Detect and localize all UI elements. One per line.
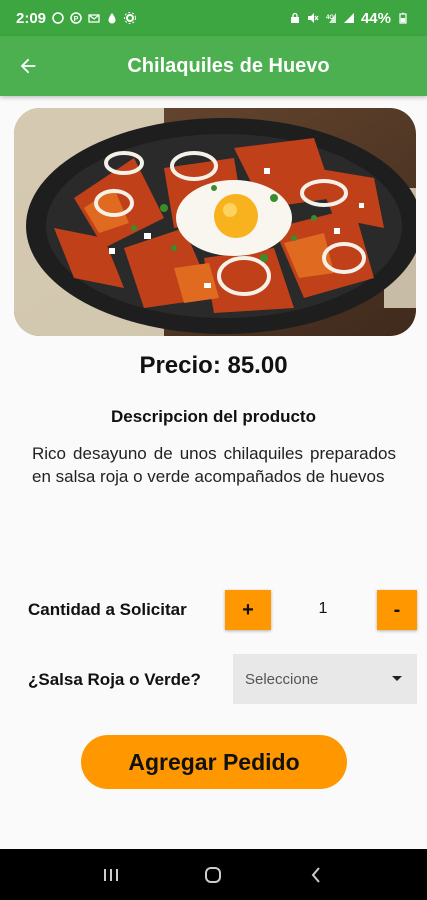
home-icon — [205, 866, 222, 883]
settings-icon — [124, 12, 137, 24]
salsa-label: ¿Salsa Roja o Verde? — [28, 670, 201, 689]
mute-icon — [307, 13, 319, 23]
battery-percent: 44% — [360, 9, 391, 27]
description-title: Descripcion del producto — [111, 407, 316, 426]
quantity-label: Cantidad a Solicitar — [28, 600, 187, 619]
recent-apps-button[interactable] — [91, 855, 131, 895]
salsa-dropdown[interactable]: Seleccione — [233, 654, 417, 704]
dropdown-arrow-icon — [392, 676, 402, 681]
back-button[interactable] — [0, 36, 56, 96]
add-order-button[interactable]: Agregar Pedido — [81, 735, 347, 789]
increment-button[interactable]: + — [225, 590, 271, 630]
4g-signal-icon: 4G — [326, 13, 336, 23]
arrow-left-icon — [20, 58, 36, 74]
product-description: Rico desayuno de unos chilaquiles prepar… — [32, 444, 396, 486]
back-icon — [311, 866, 320, 883]
water-drop-icon — [108, 13, 116, 24]
chilaquiles-photo — [14, 108, 416, 336]
product-price: Precio: 85.00 — [139, 352, 288, 379]
status-bar: 2:09 P 4G 44% — [0, 0, 427, 36]
status-time: 2:09 — [16, 9, 47, 27]
svg-text:P: P — [74, 16, 79, 23]
salsa-selected-value: Seleccione — [245, 670, 319, 688]
mail-icon — [88, 14, 100, 23]
status-left: 2:09 P — [16, 9, 137, 27]
signal-icon — [343, 13, 354, 23]
decrement-button[interactable]: - — [377, 590, 417, 630]
nav-back-button[interactable] — [296, 855, 336, 895]
status-right: 4G 44% — [289, 10, 409, 27]
product-image — [14, 108, 416, 336]
lock-icon — [290, 12, 299, 23]
home-button[interactable] — [193, 855, 233, 895]
quantity-value: 1 — [318, 600, 328, 617]
app-bar: Chilaquiles de Huevo — [0, 36, 427, 96]
pinterest-icon: P — [70, 12, 82, 24]
page-title: Chilaquiles de Huevo — [127, 54, 330, 77]
battery-icon — [399, 12, 407, 24]
recent-apps-icon — [104, 868, 119, 881]
system-nav-bar — [0, 849, 427, 900]
whatsapp-icon — [52, 12, 64, 24]
